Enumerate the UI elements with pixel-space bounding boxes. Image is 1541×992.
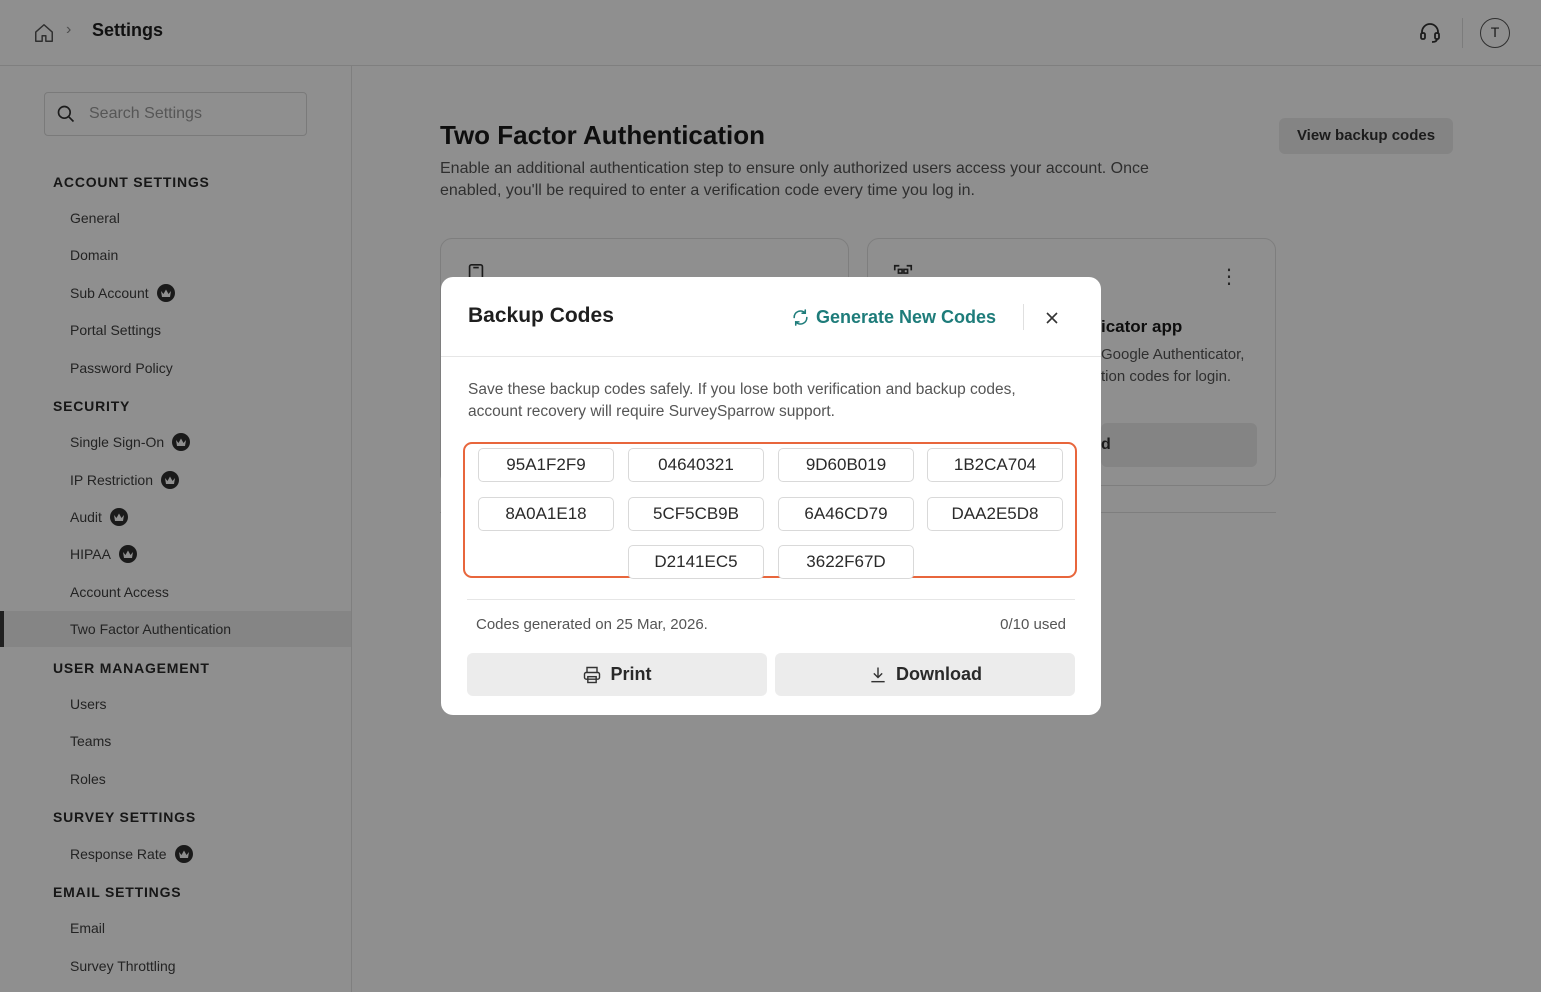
codes-highlight-frame: 95A1F2F9 04640321 9D60B019 1B2CA704 8A0A… — [463, 442, 1077, 579]
backup-codes-note: Save these backup codes safely. If you l… — [468, 381, 1016, 420]
printer-icon — [584, 666, 601, 683]
header-divider — [1023, 304, 1024, 330]
backup-code: D2141EC5 — [628, 545, 764, 579]
backup-codes-modal: Backup Codes Generate New Codes Save the… — [441, 277, 1101, 715]
backup-code: 3622F67D — [778, 545, 914, 579]
codes-generated-date: Codes generated on 25 Mar, 2026. — [476, 616, 708, 633]
backup-code: 9D60B019 — [778, 448, 914, 482]
backup-code: 6A46CD79 — [778, 497, 914, 531]
modal-title: Backup Codes — [468, 304, 614, 327]
download-icon — [871, 667, 885, 682]
generate-new-codes-button[interactable]: Generate New Codes — [791, 305, 996, 329]
refresh-icon — [793, 308, 808, 326]
backup-code: 1B2CA704 — [927, 448, 1063, 482]
codes-used-count: 0/10 used — [1000, 616, 1066, 633]
print-label: Print — [610, 664, 652, 684]
print-button[interactable]: Print — [467, 653, 767, 696]
backup-code: 95A1F2F9 — [478, 448, 614, 482]
backup-code: 04640321 — [628, 448, 764, 482]
modal-header-separator — [441, 356, 1101, 357]
backup-code: 8A0A1E18 — [478, 497, 614, 531]
close-icon — [1046, 312, 1058, 324]
download-label: Download — [896, 664, 982, 684]
generate-new-codes-label: Generate New Codes — [816, 306, 997, 327]
modal-footer-separator — [467, 599, 1075, 600]
download-button[interactable]: Download — [775, 653, 1075, 696]
backup-code: DAA2E5D8 — [927, 497, 1063, 531]
backup-code: 5CF5CB9B — [628, 497, 764, 531]
close-button[interactable] — [1041, 307, 1063, 329]
